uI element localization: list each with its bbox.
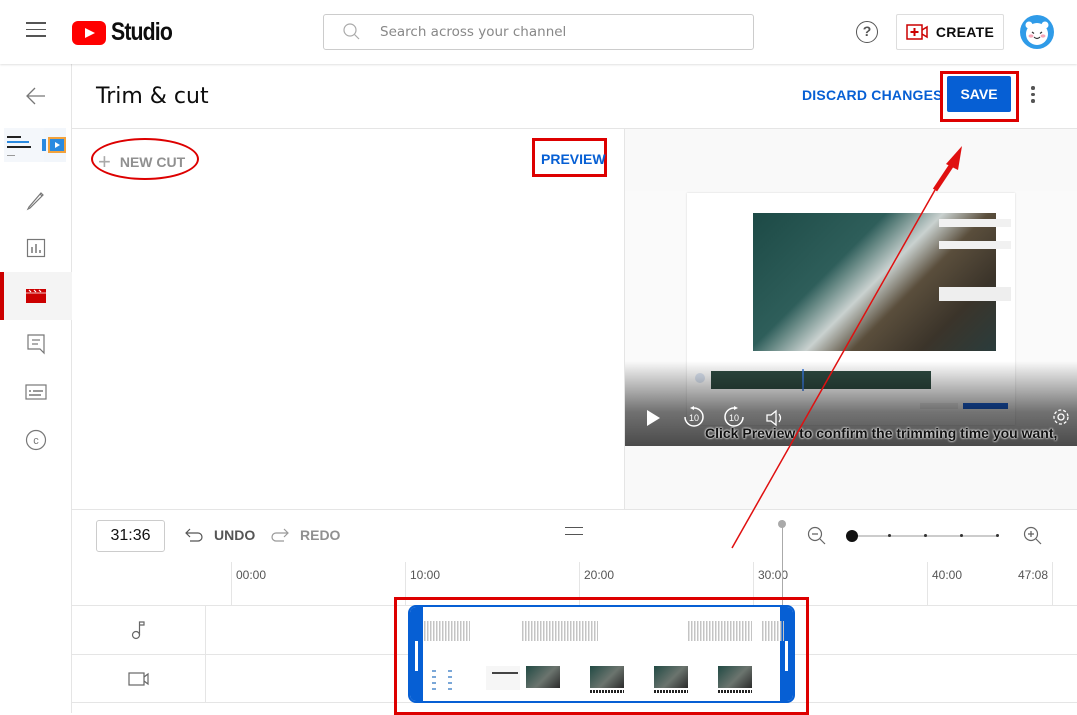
page-header: Trim & cut DISCARD CHANGES SAVE bbox=[72, 64, 1077, 129]
search-input[interactable] bbox=[380, 24, 720, 40]
video-content-side-panel bbox=[939, 219, 1011, 301]
svg-text:10: 10 bbox=[689, 413, 699, 423]
video-player-panel: 10 10 Click Preview to confirm the trimm… bbox=[624, 129, 1077, 509]
video-caption: Click Preview to confirm the trimming ti… bbox=[705, 425, 1058, 441]
ruler-tick: 30:00 bbox=[758, 568, 789, 582]
video-frame-thumbnail bbox=[590, 666, 630, 696]
ruler-tick: 20:00 bbox=[584, 568, 615, 582]
more-options-icon[interactable] bbox=[1030, 86, 1036, 106]
panel-resize-handle[interactable] bbox=[565, 527, 583, 535]
timeline-panel: 31:36 UNDO REDO 00:00 10:00 20:00 30:00 … bbox=[72, 509, 1077, 715]
ruler-tick: 40:00 bbox=[932, 568, 963, 582]
undo-label: UNDO bbox=[214, 527, 256, 543]
redo-button[interactable]: REDO bbox=[270, 527, 340, 543]
zoom-slider-step bbox=[924, 534, 927, 537]
current-time-field[interactable]: 31:36 bbox=[96, 520, 165, 552]
avatar[interactable] bbox=[1020, 15, 1054, 49]
undo-icon bbox=[185, 528, 203, 542]
sidebar-item-details[interactable] bbox=[0, 176, 72, 224]
new-cut-button[interactable]: + NEW CUT bbox=[98, 149, 185, 175]
studio-logo[interactable]: Studio bbox=[72, 18, 183, 47]
top-bar: Studio ? CREATE bbox=[0, 0, 1077, 64]
video-frame-thumbnail bbox=[654, 666, 694, 696]
settings-gear-icon[interactable] bbox=[1051, 407, 1071, 427]
subtitles-icon bbox=[25, 384, 47, 400]
video-frame-thumbnail bbox=[526, 666, 566, 696]
page-title: Trim & cut bbox=[96, 84, 209, 109]
undo-button[interactable]: UNDO bbox=[184, 527, 255, 543]
video-camera-icon bbox=[127, 672, 149, 686]
discard-changes-button[interactable]: DISCARD CHANGES bbox=[802, 87, 943, 103]
search-icon bbox=[343, 23, 360, 40]
video-frame-thumbnail bbox=[718, 666, 758, 696]
ruler-tick: 00:00 bbox=[236, 568, 267, 582]
youtube-logo-icon bbox=[72, 20, 106, 45]
zoom-slider-step bbox=[996, 534, 999, 537]
sidebar-item-subtitles[interactable] bbox=[0, 368, 72, 416]
music-note-icon bbox=[131, 621, 145, 640]
avatar-bear-icon bbox=[1025, 21, 1049, 45]
sidebar-item-analytics[interactable] bbox=[0, 224, 72, 272]
sidebar-item-comments[interactable] bbox=[0, 320, 72, 368]
zoom-slider[interactable] bbox=[846, 529, 999, 543]
arrow-left-icon bbox=[26, 87, 45, 105]
comment-icon bbox=[27, 334, 45, 355]
new-cut-label: NEW CUT bbox=[119, 154, 186, 170]
playhead-handle[interactable] bbox=[778, 520, 786, 528]
video-track-label bbox=[72, 655, 206, 703]
ruler-tick: 47:08 bbox=[1018, 568, 1049, 582]
brand-name: Studio bbox=[111, 18, 173, 46]
zoom-slider-thumb[interactable] bbox=[846, 530, 858, 542]
preview-button[interactable]: PREVIEW bbox=[541, 151, 606, 167]
zoom-out-icon[interactable] bbox=[807, 526, 827, 546]
copyright-icon: c bbox=[25, 429, 47, 451]
trim-handle-left[interactable] bbox=[410, 607, 423, 701]
search-bar[interactable] bbox=[323, 14, 754, 50]
cuts-panel: + NEW CUT PREVIEW bbox=[72, 129, 624, 509]
help-icon[interactable]: ? bbox=[856, 21, 878, 43]
rewind-icon: 10 bbox=[684, 406, 704, 427]
audio-waveform bbox=[688, 621, 752, 641]
video-thumbnail-image bbox=[4, 128, 66, 162]
ruler-tick-line bbox=[231, 562, 232, 605]
hamburger-menu-icon[interactable] bbox=[26, 22, 46, 40]
rewind-10-button[interactable]: 10 bbox=[683, 406, 705, 428]
create-video-icon bbox=[906, 24, 928, 40]
play-icon[interactable] bbox=[645, 409, 661, 427]
audio-waveform bbox=[522, 621, 598, 641]
audio-waveform bbox=[424, 621, 470, 641]
sidebar-video-thumbnail[interactable] bbox=[4, 128, 66, 162]
redo-icon bbox=[271, 528, 289, 542]
zoom-slider-step bbox=[960, 534, 963, 537]
zoom-slider-step bbox=[888, 534, 891, 537]
create-label: CREATE bbox=[935, 24, 995, 40]
bar-chart-icon bbox=[26, 238, 46, 258]
video-frame-thumbnail bbox=[428, 666, 468, 696]
ruler-tick-line bbox=[1052, 562, 1053, 605]
sidebar-item-editor[interactable] bbox=[0, 272, 72, 320]
plus-icon: + bbox=[98, 149, 111, 174]
zoom-in-icon[interactable] bbox=[1023, 526, 1043, 546]
clapperboard-icon bbox=[26, 289, 46, 303]
trim-selection-clip[interactable] bbox=[408, 605, 795, 703]
sidebar-item-copyright[interactable]: c bbox=[0, 416, 72, 464]
pencil-icon bbox=[26, 192, 44, 211]
sidebar-item-back[interactable] bbox=[0, 72, 72, 120]
save-button[interactable]: SAVE bbox=[947, 76, 1011, 112]
video-frame-thumbnail bbox=[486, 666, 526, 696]
svg-text:c: c bbox=[33, 435, 39, 447]
svg-text:10: 10 bbox=[729, 413, 739, 423]
audio-track-label bbox=[72, 606, 206, 654]
create-button[interactable]: CREATE bbox=[896, 14, 1004, 50]
sidebar: c bbox=[0, 64, 72, 713]
video-player[interactable]: 10 10 Click Preview to confirm the trimm… bbox=[625, 191, 1077, 446]
ruler-tick: 10:00 bbox=[410, 568, 441, 582]
audio-waveform bbox=[762, 621, 784, 641]
redo-label: REDO bbox=[300, 527, 341, 543]
ruler-tick-line bbox=[927, 562, 928, 605]
